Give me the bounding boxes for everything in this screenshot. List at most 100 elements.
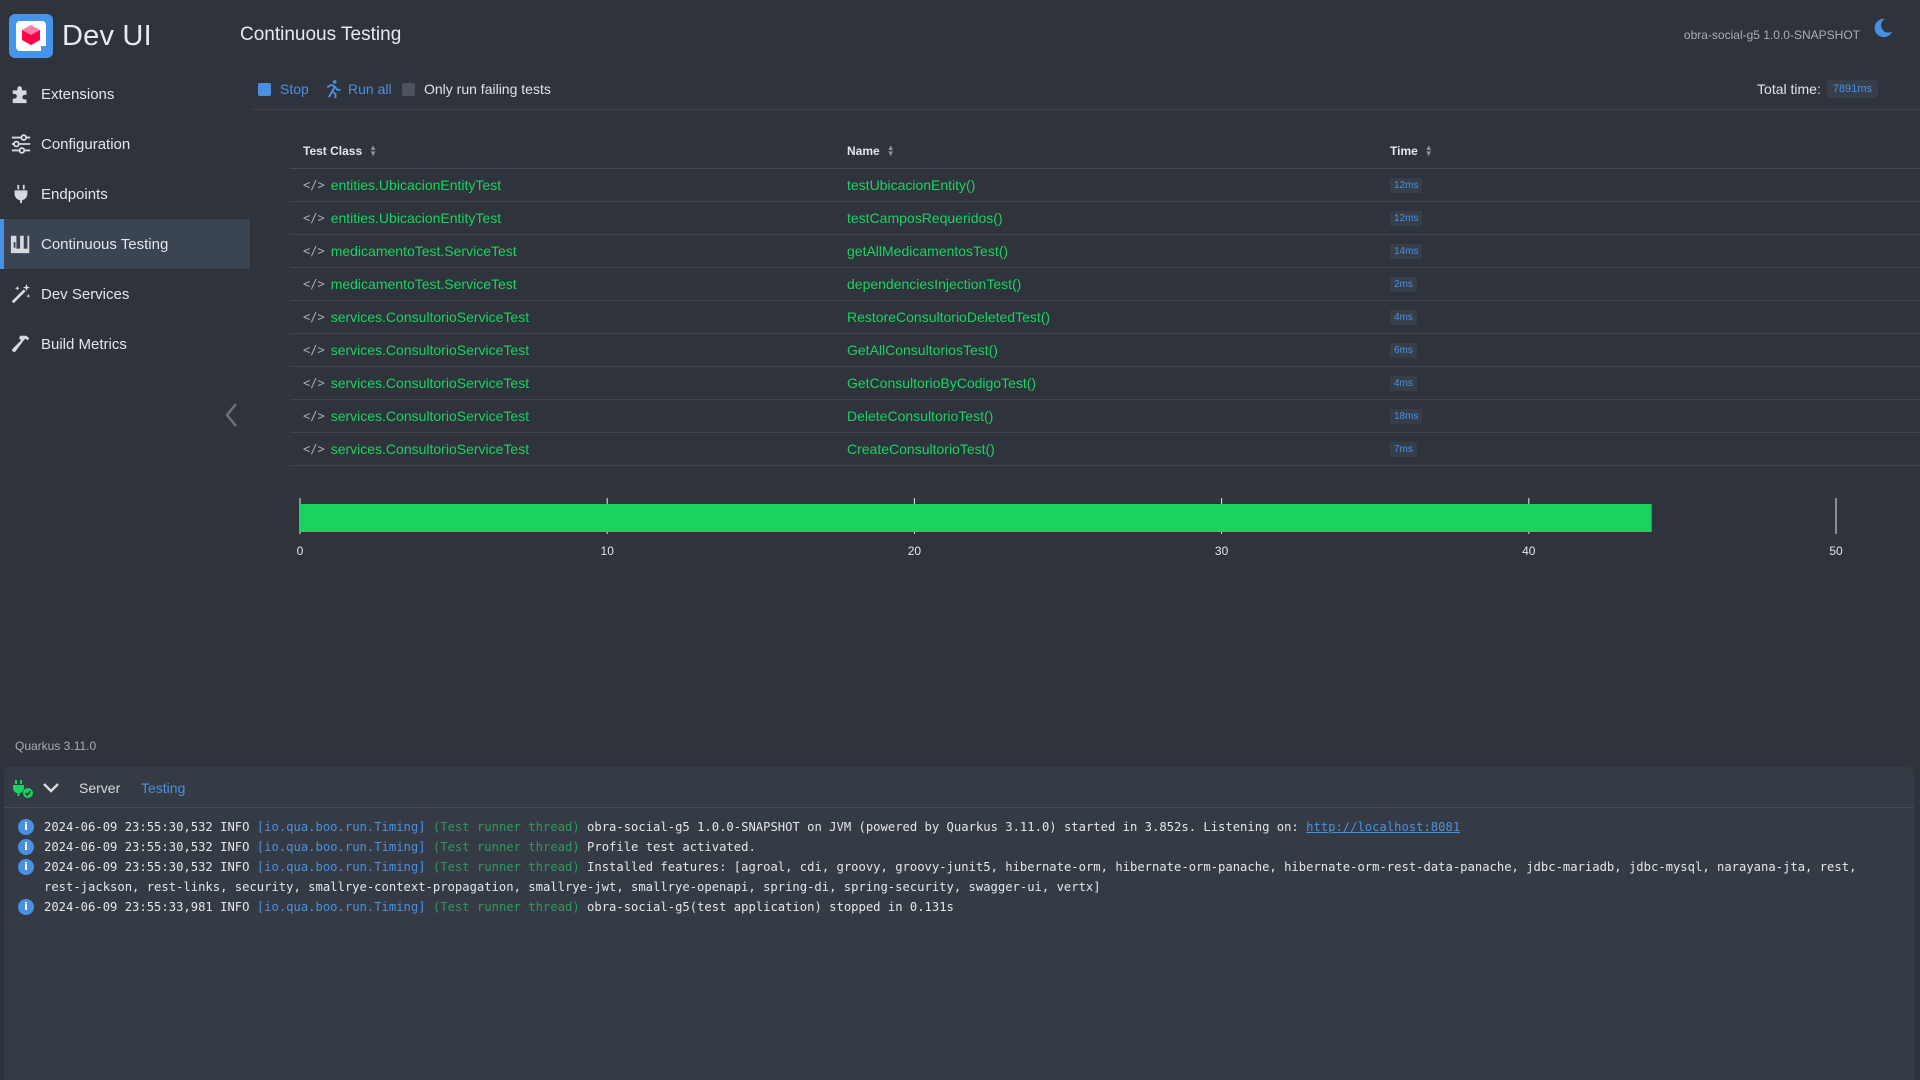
table-row[interactable]: </> services.ConsultorioServiceTest Restor…: [290, 301, 1920, 334]
table-row[interactable]: </> services.ConsultorioServiceTest GetCon…: [290, 367, 1920, 400]
test-name-cell: getAllMedicamentosTest(): [847, 235, 1008, 267]
test-class-link[interactable]: services.ConsultorioServiceTest: [331, 408, 529, 424]
sidebar-item-dev-services[interactable]: Dev Services: [0, 269, 250, 319]
log-thread: (Test runner thread): [432, 860, 580, 874]
test-class-link[interactable]: medicamentoTest.ServiceTest: [331, 276, 517, 292]
test-time-cell: 18ms: [1390, 400, 1423, 432]
test-name: getAllMedicamentosTest(): [847, 243, 1009, 259]
test-time-cell: 4ms: [1390, 367, 1417, 399]
test-class-cell[interactable]: </> medicamentoTest.ServiceTest: [303, 235, 517, 267]
test-name-cell: testCamposRequeridos(): [847, 202, 1003, 234]
test-time-badge: 12ms: [1390, 210, 1423, 226]
quarkus-version: Quarkus 3.11.0: [15, 739, 97, 753]
table-row[interactable]: </> services.ConsultorioServiceTest Create…: [290, 433, 1920, 466]
stop-button[interactable]: Stop: [258, 78, 309, 100]
table-row[interactable]: </> services.ConsultorioServiceTest Delete…: [290, 400, 1920, 433]
log-logger: [io.qua.boo.run.Timing]: [256, 820, 426, 834]
test-class-link[interactable]: entities.UbicacionEntityTest: [331, 177, 501, 193]
run-all-button[interactable]: Run all: [323, 78, 392, 100]
sidebar-item-continuous-testing[interactable]: Continuous Testing: [0, 219, 250, 269]
log-timestamp: 2024-06-09 23:55:33,981: [44, 900, 213, 914]
log-link[interactable]: http://localhost:8081: [1306, 820, 1460, 834]
log-logger: [io.qua.boo.run.Timing]: [256, 860, 426, 874]
table-row[interactable]: </> medicamentoTest.ServiceTest dependenci…: [290, 268, 1920, 301]
test-class-cell[interactable]: </> entities.UbicacionEntityTest: [303, 169, 501, 201]
table-row[interactable]: </> medicamentoTest.ServiceTest getAllMedi…: [290, 235, 1920, 268]
column-header-name[interactable]: Name ▲ ▼: [847, 144, 895, 159]
test-name: testCamposRequeridos(): [847, 210, 1003, 226]
total-time-badge: 7891ms: [1826, 80, 1878, 98]
test-name-cell: GetAllConsultoriosTest(): [847, 334, 998, 366]
test-time-badge: 4ms: [1390, 309, 1417, 325]
test-time-badge: 18ms: [1390, 408, 1423, 424]
puzzle-icon: [10, 83, 32, 105]
chevron-down-icon[interactable]: [42, 781, 60, 795]
info-icon: i: [18, 819, 34, 835]
page-title: Continuous Testing: [240, 24, 402, 45]
test-class-cell[interactable]: </> services.ConsultorioServiceTest: [303, 334, 529, 366]
checkbox-box[interactable]: [402, 82, 415, 96]
test-class-cell[interactable]: </> services.ConsultorioServiceTest: [303, 367, 529, 399]
test-class-link[interactable]: services.ConsultorioServiceTest: [331, 342, 529, 358]
test-name-cell: RestoreConsultorioDeletedTest(): [847, 301, 1050, 333]
log-level: INFO: [220, 900, 250, 914]
test-name-cell: CreateConsultorioTest(): [847, 433, 995, 465]
table-row[interactable]: </> entities.UbicacionEntityTest testUbica…: [290, 169, 1920, 202]
app-title: Dev UI: [62, 19, 152, 52]
app-logo[interactable]: Dev UI: [8, 12, 152, 60]
test-name: RestoreConsultorioDeletedTest(): [847, 309, 1051, 325]
test-name-cell: testUbicacionEntity(): [847, 169, 975, 201]
log-line: i 2024-06-09 23:55:30,532 INFO [io.qua.bo…: [18, 857, 1898, 897]
sidebar-item-label: Dev Services: [41, 285, 130, 303]
column-header-test-class[interactable]: Test Class ▲ ▼: [303, 143, 378, 159]
sort-icon: ▲ ▼: [1424, 143, 1433, 158]
moon-icon[interactable]: [1872, 17, 1894, 39]
test-time-cell: 12ms: [1390, 202, 1423, 234]
test-class-cell[interactable]: </> services.ConsultorioServiceTest: [303, 433, 529, 465]
table-row[interactable]: </> services.ConsultorioServiceTest GetAll…: [290, 334, 1920, 367]
testing-toolbar: Stop Run all Only run failing tests Tota…: [258, 78, 1898, 110]
test-class-link[interactable]: services.ConsultorioServiceTest: [331, 441, 529, 457]
log-thread: (Test runner thread): [432, 840, 580, 854]
test-name: CreateConsultorioTest(): [847, 441, 995, 457]
test-name-cell: GetConsultorioByCodigoTest(): [847, 367, 1036, 399]
sidebar-item-label: Configuration: [41, 135, 131, 153]
sort-icon: ▲ ▼: [369, 143, 378, 158]
column-header-time[interactable]: Time ▲ ▼: [1390, 143, 1433, 159]
code-icon: </>: [303, 244, 325, 258]
tick-label: 50: [1829, 544, 1843, 558]
table-row[interactable]: </> entities.UbicacionEntityTest testCampo…: [290, 202, 1920, 235]
info-icon: i: [18, 899, 34, 915]
test-class-cell[interactable]: </> medicamentoTest.ServiceTest: [303, 268, 517, 300]
log-logger: [io.qua.boo.run.Timing]: [256, 840, 426, 854]
sidebar: Dev UI Extensions Configuration Endpoint…: [0, 0, 250, 770]
test-duration-chart: 0 10 20 30 40 50: [297, 498, 1843, 558]
test-time-cell: 6ms: [1390, 334, 1417, 366]
only-failing-checkbox[interactable]: Only run failing tests: [402, 78, 551, 100]
tab-testing[interactable]: Testing: [141, 780, 185, 796]
sidebar-item-configuration[interactable]: Configuration: [0, 119, 250, 169]
test-class-cell[interactable]: </> entities.UbicacionEntityTest: [303, 202, 501, 234]
test-time-badge: 6ms: [1390, 342, 1417, 358]
quarkus-logo-icon: [9, 14, 53, 58]
collapse-sidebar-icon[interactable]: [222, 400, 242, 430]
test-class-link[interactable]: medicamentoTest.ServiceTest: [331, 243, 517, 259]
sidebar-item-build-metrics[interactable]: Build Metrics: [0, 319, 250, 369]
log-thread: (Test runner thread): [432, 820, 580, 834]
test-class-cell[interactable]: </> services.ConsultorioServiceTest: [303, 301, 529, 333]
log-timestamp: 2024-06-09 23:55:30,532: [44, 840, 213, 854]
code-icon: </>: [303, 409, 325, 423]
test-class-cell[interactable]: </> services.ConsultorioServiceTest: [303, 400, 529, 432]
test-class-link[interactable]: services.ConsultorioServiceTest: [331, 309, 529, 325]
sidebar-item-label: Continuous Testing: [41, 235, 169, 253]
plug-status-icon[interactable]: [12, 779, 34, 799]
sidebar-item-extensions[interactable]: Extensions: [0, 69, 250, 119]
test-class-link[interactable]: services.ConsultorioServiceTest: [331, 375, 529, 391]
log-message: obra-social-g5 1.0.0-SNAPSHOT on JVM (po…: [587, 820, 1299, 834]
sidebar-item-endpoints[interactable]: Endpoints: [0, 169, 250, 219]
tab-server[interactable]: Server: [79, 780, 120, 796]
code-icon: </>: [303, 442, 325, 456]
test-class-link[interactable]: entities.UbicacionEntityTest: [331, 210, 501, 226]
test-name: DeleteConsultorioTest(): [847, 408, 994, 424]
wand-icon: [10, 283, 32, 305]
